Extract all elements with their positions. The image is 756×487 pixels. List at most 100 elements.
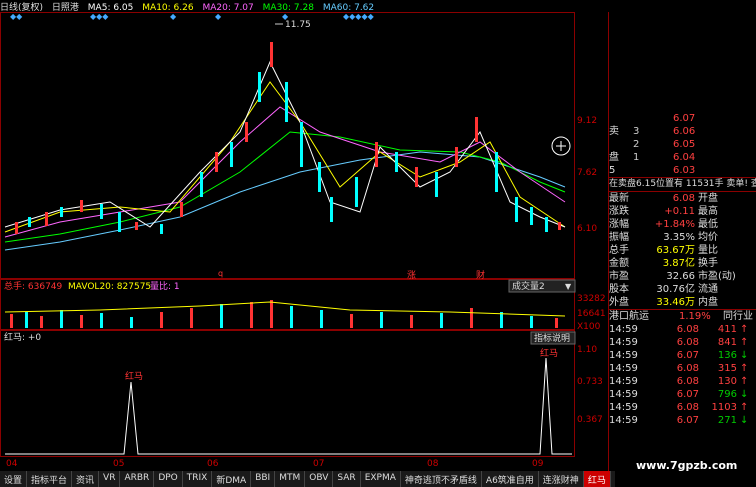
quote-value: 3.35% [663, 232, 695, 243]
quote-value: 6.08 [672, 193, 695, 204]
tab-7[interactable]: 新DMA [212, 471, 252, 487]
tab-4[interactable]: ARBR [120, 471, 155, 487]
tick-row: 14:59 6.08 130 ↑ [609, 375, 756, 388]
candles [15, 42, 561, 234]
sell-book-label: 盘 [609, 152, 619, 163]
svg-text:◆◆◆: ◆◆◆ [90, 12, 109, 21]
tick-row: 14:59 6.08 315 ↑ [609, 362, 756, 375]
tab-16[interactable]: 红马 [583, 471, 611, 487]
tick-row: 14:59 6.07 271 ↓ [609, 414, 756, 427]
sell-num-2: 2 [633, 139, 640, 150]
svg-text:◆: ◆ [170, 12, 177, 21]
vol-ratio-label: 量比: 1 [150, 280, 180, 292]
quote-label-right: 内盘 [698, 297, 718, 308]
tab-15[interactable]: 连涨财神 [539, 471, 584, 487]
tick-price: 6.08 [676, 376, 699, 387]
chart-header: 日线(复权) 日照港 MA5: 6.05 MA10: 6.26 MA20: 7.… [0, 0, 380, 13]
quote-row: 市盈 32.66 市盈(动) [609, 270, 756, 283]
ytick-price-1: 9.12 [577, 116, 597, 126]
tab-2[interactable]: 资讯 [72, 471, 100, 487]
marker-cai: 财 [476, 269, 485, 281]
quote-panel: 6.07 卖 3 6.06 2 6.05 盘 1 6.04 5 6.03 在卖盘6.15位置… [608, 112, 756, 471]
tick-row: 14:59 6.07 796 ↓ [609, 388, 756, 401]
quote-row: 涨幅 +1.84% 最低 [609, 218, 756, 231]
tick-volume: 841 [717, 337, 737, 348]
arrow-down-icon: ↓ [740, 415, 749, 426]
sector-name[interactable]: 港口航运 [609, 310, 679, 323]
quote-value: +0.11 [664, 206, 695, 217]
tab-3[interactable]: VR [99, 471, 121, 487]
ytick-vol-3: X100 [577, 322, 601, 332]
tick-time: 14:59 [609, 389, 638, 400]
volume-bars [10, 300, 558, 328]
vol-indicator-dropdown[interactable]: 成交量2 [512, 280, 545, 292]
tab-0[interactable]: 设置 [0, 471, 28, 487]
quote-label-right: 市盈(动) [698, 271, 736, 282]
quote-label: 涨幅 [609, 219, 629, 230]
svg-text:◆◆: ◆◆ [10, 12, 23, 21]
quote-label-right: 开盘 [698, 193, 718, 204]
tick-time: 14:59 [609, 415, 638, 426]
quote-value: +1.84% [654, 219, 695, 230]
tab-11[interactable]: SAR [333, 471, 361, 487]
tick-row: 14:59 6.08 411 ↑ [609, 323, 756, 336]
marker-q: q [218, 269, 223, 278]
tick-price: 6.07 [676, 415, 699, 426]
sell-price-3: 6.05 [673, 139, 696, 150]
dropdown-arrow-icon[interactable]: ▼ [565, 282, 572, 291]
hongma-title: 红马: +0 [4, 331, 41, 343]
quote-row: 总手 63.67万 量比 [609, 244, 756, 257]
tick-time: 14:59 [609, 350, 638, 361]
svg-text:◆: ◆ [215, 12, 222, 21]
zoom-cursor-icon[interactable] [551, 136, 571, 156]
right-panel-top [608, 12, 756, 112]
tab-8[interactable]: BBI [251, 471, 276, 487]
quote-label: 股本 [609, 284, 629, 295]
tick-time: 14:59 [609, 337, 638, 348]
tab-13[interactable]: 神奇逃顶不矛盾线 [401, 471, 482, 487]
hongma-line [5, 357, 572, 455]
svg-text:◆◆◆◆◆: ◆◆◆◆◆ [343, 12, 375, 21]
ytick-hm-1: 1.10 [577, 345, 597, 355]
tick-time: 14:59 [609, 363, 638, 374]
mavol-line [4, 301, 566, 317]
tab-10[interactable]: OBV [305, 471, 334, 487]
indicator-help-button[interactable]: 指标说明 [534, 332, 570, 344]
tick-volume: 271 [717, 415, 737, 426]
tick-volume: 411 [717, 324, 737, 335]
arrow-down-icon: ↓ [740, 389, 749, 400]
quote-value: 30.76亿 [656, 284, 695, 295]
quote-value: 33.46万 [656, 297, 695, 308]
quote-label: 最新 [609, 193, 629, 204]
xtick-08: 08 [427, 459, 439, 469]
tick-volume: 796 [717, 389, 737, 400]
tab-9[interactable]: MTM [275, 471, 306, 487]
quote-value: 63.67万 [656, 245, 695, 256]
tab-12[interactable]: EXPMA [361, 471, 401, 487]
high-price-label: 11.75 [285, 20, 311, 30]
ytick-price-3: 6.10 [577, 224, 597, 234]
ask-notice[interactable]: 在卖盘6.15位置有 11531手 卖单! 查 [609, 177, 756, 192]
tab-5[interactable]: DPO [154, 471, 183, 487]
sell-num-1: 1 [633, 152, 640, 163]
quote-row: 外盘 33.46万 内盘 [609, 296, 756, 309]
tick-row: 14:59 6.07 136 ↓ [609, 349, 756, 362]
ma20-line [4, 106, 566, 238]
tick-time: 14:59 [609, 402, 638, 413]
tab-6[interactable]: TRIX [183, 471, 213, 487]
vol-total-label: 总手: 636749 [4, 280, 63, 292]
hongma-peak-label-1: 红马 [125, 370, 143, 382]
quote-row: 振幅 3.35% 均价 [609, 231, 756, 244]
quote-label: 涨跌 [609, 206, 629, 217]
kline-chart[interactable]: ◆◆ ◆◆◆ ◆ ◆ ◆ ◆◆◆◆◆ 11.75 9.12 7.62 6.10 [0, 12, 608, 471]
ma60-line [4, 151, 566, 251]
tick-price: 6.07 [676, 389, 699, 400]
quote-row: 最新 6.08 开盘 [609, 192, 756, 205]
tab-14[interactable]: A6筑准自用 [482, 471, 539, 487]
quote-label-right: 最高 [698, 206, 718, 217]
tick-price: 6.08 [676, 324, 699, 335]
xtick-06: 06 [207, 459, 219, 469]
tab-1[interactable]: 指标平台 [27, 471, 73, 487]
quote-label: 市盈 [609, 271, 629, 282]
sector-right: 同行业 [723, 311, 753, 322]
